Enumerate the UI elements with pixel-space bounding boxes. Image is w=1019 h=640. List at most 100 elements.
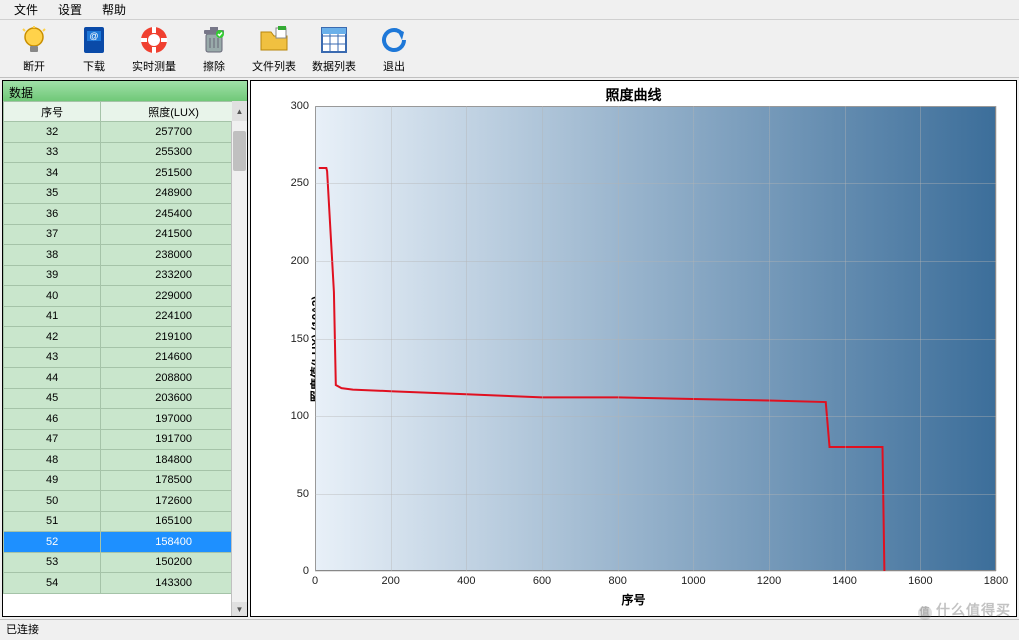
back-icon [378,24,410,56]
cell-lux: 229000 [101,286,247,307]
table-header-1[interactable]: 照度(LUX) [101,102,247,122]
xtick: 1600 [908,571,932,587]
ytick: 250 [291,177,315,189]
bulb-icon [18,24,50,56]
cell-id: 32 [4,122,101,143]
cell-id: 40 [4,286,101,307]
cell-lux: 248900 [101,183,247,204]
menu-item-文件[interactable]: 文件 [4,0,48,20]
table-row[interactable]: 38238000 [4,245,247,266]
table-row[interactable]: 46197000 [4,409,247,430]
gridline-v [693,106,694,571]
xtick: 1800 [984,571,1008,587]
workarea: 数据 序号照度(LUX) 322577003325530034251500352… [0,78,1019,619]
datalist-button[interactable]: 数据列表 [304,22,364,76]
chart-plot-area: 0501001502002503000200400600800100012001… [315,106,996,571]
svg-text:@: @ [89,31,98,41]
table-row[interactable]: 35248900 [4,183,247,204]
scroll-up-arrow[interactable]: ▲ [232,101,247,121]
statusbar: 已连接 [0,619,1019,638]
menubar: 文件设置帮助 [0,0,1019,20]
table-row[interactable]: 42219100 [4,327,247,348]
cell-id: 44 [4,368,101,389]
xtick: 1400 [832,571,856,587]
cell-lux: 251500 [101,163,247,184]
cell-id: 50 [4,491,101,512]
cell-lux: 143300 [101,573,247,594]
gridline-v [845,106,846,571]
data-table[interactable]: 序号照度(LUX) 322577003325530034251500352489… [3,101,247,594]
table-row[interactable]: 32257700 [4,122,247,143]
xtick: 0 [312,571,318,587]
gridline-v [769,106,770,571]
cell-lux: 257700 [101,122,247,143]
xtick: 800 [608,571,626,587]
filelist-button[interactable]: 文件列表 [244,22,304,76]
cell-id: 46 [4,409,101,430]
cell-id: 45 [4,388,101,409]
table-row[interactable]: 39233200 [4,265,247,286]
toolbar-label: 数据列表 [312,58,356,74]
scroll-thumb[interactable] [233,131,246,171]
menu-item-设置[interactable]: 设置 [48,0,92,20]
erase-button[interactable]: 擦除 [184,22,244,76]
table-row[interactable]: 43214600 [4,347,247,368]
toolbar: 断开@下载实时测量擦除文件列表数据列表 退出 [0,20,1019,78]
table-row[interactable]: 44208800 [4,368,247,389]
cell-id: 35 [4,183,101,204]
table-row[interactable]: 49178500 [4,470,247,491]
table-row[interactable]: 51165100 [4,511,247,532]
xtick: 1000 [681,571,705,587]
download-button[interactable]: @下载 [64,22,124,76]
toolbar-label: 退出 [383,58,405,74]
table-row[interactable]: 45203600 [4,388,247,409]
table-scrollbar[interactable]: ▲ ▼ [231,121,247,616]
table-row[interactable]: 48184800 [4,450,247,471]
cell-id: 36 [4,204,101,225]
cell-lux: 208800 [101,368,247,389]
book-icon: @ [78,24,110,56]
gridline-v [996,106,997,571]
chart-title: 照度曲线 [251,85,1016,105]
xtick: 1200 [757,571,781,587]
cell-lux: 203600 [101,388,247,409]
table-row[interactable]: 41224100 [4,306,247,327]
gridline-v [542,106,543,571]
gridline-h [315,106,996,107]
gridline-v [466,106,467,571]
cell-id: 54 [4,573,101,594]
disconnect-button[interactable]: 断开 [4,22,64,76]
cell-id: 39 [4,265,101,286]
table-row[interactable]: 36245400 [4,204,247,225]
cell-id: 41 [4,306,101,327]
series-lux [319,168,885,571]
cell-id: 34 [4,163,101,184]
table-row[interactable]: 34251500 [4,163,247,184]
cell-id: 52 [4,532,101,553]
cell-lux: 172600 [101,491,247,512]
exit-button[interactable]: 退出 [364,22,424,76]
cell-lux: 178500 [101,470,247,491]
table-row[interactable]: 33255300 [4,142,247,163]
cell-id: 43 [4,347,101,368]
scroll-down-arrow[interactable]: ▼ [232,602,247,616]
table-row[interactable]: 40229000 [4,286,247,307]
table-row[interactable]: 47191700 [4,429,247,450]
cell-id: 49 [4,470,101,491]
ytick: 100 [291,410,315,422]
table-row[interactable]: 53150200 [4,552,247,573]
data-table-wrapper: 序号照度(LUX) 322577003325530034251500352489… [3,101,247,616]
table-row[interactable]: 54143300 [4,573,247,594]
realtime-button[interactable]: 实时测量 [124,22,184,76]
table-row[interactable]: 50172600 [4,491,247,512]
table-header-0[interactable]: 序号 [4,102,101,122]
chart-xlabel: 序号 [251,591,1016,608]
cell-lux: 184800 [101,450,247,471]
cell-id: 53 [4,552,101,573]
table-row[interactable]: 37241500 [4,224,247,245]
gridline-h [315,416,996,417]
gridline-h [315,339,996,340]
menu-item-帮助[interactable]: 帮助 [92,0,136,20]
table-row[interactable]: 52158400 [4,532,247,553]
gridline-h [315,183,996,184]
